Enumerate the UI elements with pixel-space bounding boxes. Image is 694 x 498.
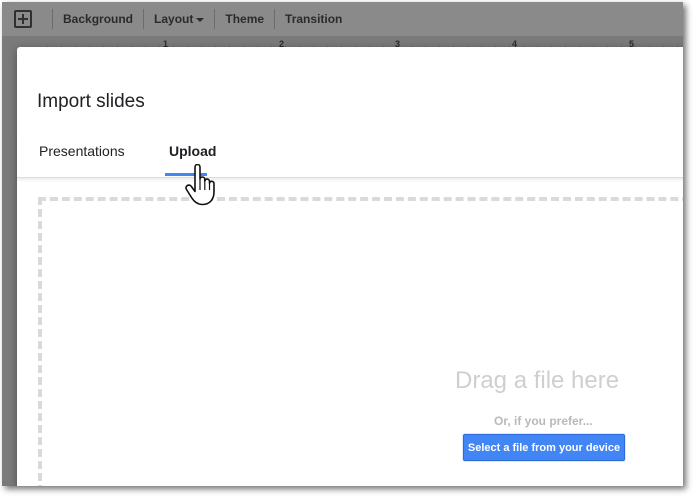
background-button[interactable]: Background xyxy=(63,12,133,26)
add-slide-icon[interactable] xyxy=(14,10,32,28)
chevron-down-icon xyxy=(196,17,205,22)
tab-presentations[interactable]: Presentations xyxy=(39,143,125,159)
drag-file-text: Drag a file here xyxy=(455,367,620,394)
select-file-button[interactable]: Select a file from your device xyxy=(463,434,625,461)
hand-pointer-icon xyxy=(185,164,215,206)
layout-button[interactable]: Layout xyxy=(154,12,205,26)
theme-button[interactable]: Theme xyxy=(225,12,264,26)
layout-label: Layout xyxy=(154,12,194,26)
toolbar: Background Layout Theme Transition xyxy=(2,2,683,36)
app-frame: Background Layout Theme Transition 1 2 3… xyxy=(2,2,683,486)
toolbar-divider xyxy=(143,9,145,29)
toolbar-divider xyxy=(214,9,216,29)
prefer-text: Or, if you prefer... xyxy=(494,414,593,428)
dialog-tabs: Presentations Upload xyxy=(17,133,683,178)
dialog-title: Import slides xyxy=(37,91,145,112)
transition-button[interactable]: Transition xyxy=(285,12,342,26)
tab-upload[interactable]: Upload xyxy=(169,143,216,159)
toolbar-divider xyxy=(274,9,276,29)
toolbar-divider xyxy=(52,9,53,29)
import-slides-dialog: Import slides Presentations Upload Drag … xyxy=(17,47,683,486)
